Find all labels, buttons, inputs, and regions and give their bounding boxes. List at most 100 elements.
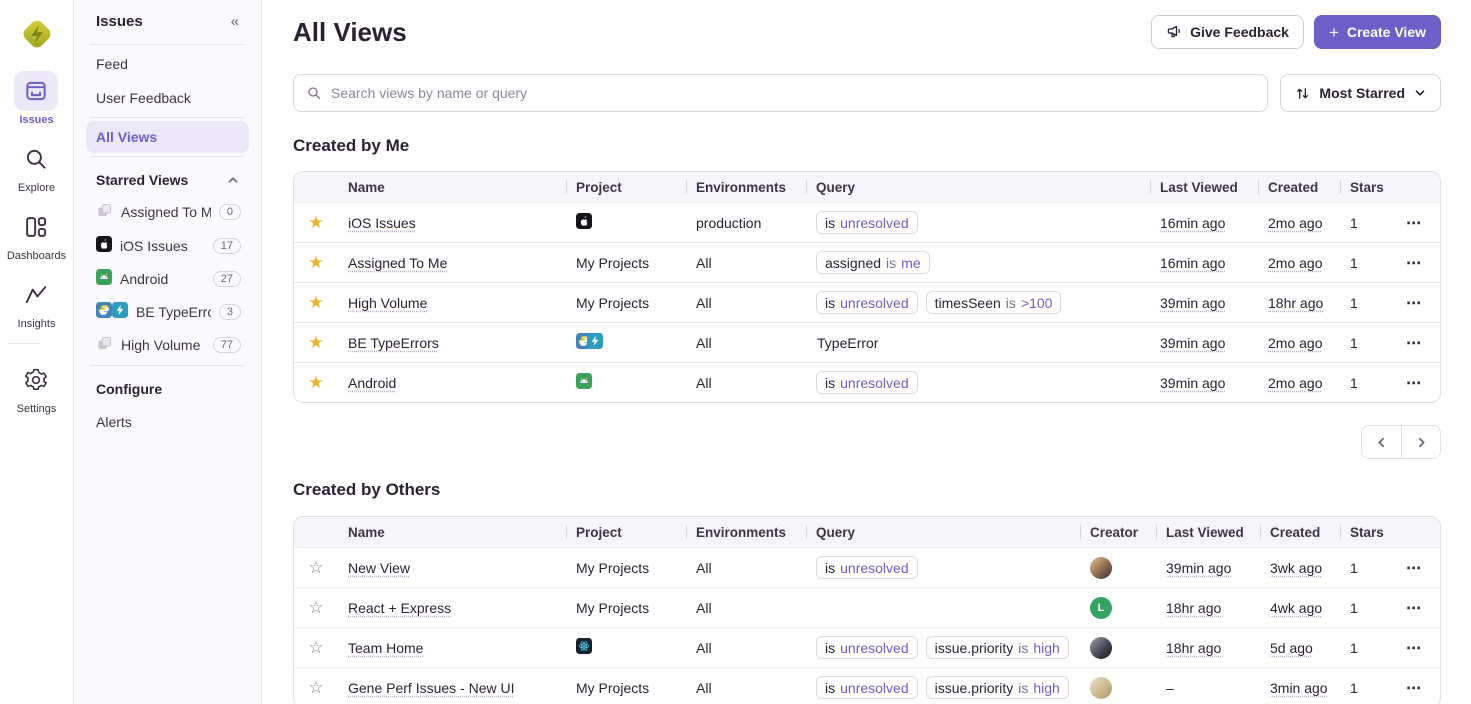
environments-cell: All	[686, 560, 806, 576]
clone-icon	[96, 335, 113, 355]
stars-count-cell: 1	[1340, 335, 1396, 351]
search-input[interactable]	[331, 85, 1255, 101]
view-name-link[interactable]: High Volume	[348, 295, 427, 311]
star-icon[interactable]: ☆	[294, 679, 338, 696]
pagination-next-button[interactable]	[1401, 426, 1440, 458]
starred-view-ios-issues[interactable]: iOS Issues17	[86, 229, 249, 262]
query-token: issue.priority	[935, 680, 1014, 696]
pythonpair-icon	[96, 302, 128, 321]
created-cell: 3wk ago	[1260, 560, 1340, 576]
sentry-logo-icon	[16, 13, 58, 55]
query-token: unresolved	[840, 375, 909, 391]
starred-view-label: Assigned To Me	[121, 204, 211, 220]
nav-insights[interactable]: Insights	[7, 275, 66, 330]
ellipsis-icon[interactable]: ⋯	[1396, 679, 1440, 697]
ellipsis-icon[interactable]: ⋯	[1396, 639, 1440, 657]
starred-view-be-typeerrors[interactable]: BE TypeErrors3	[86, 295, 249, 328]
starred-view-high-volume[interactable]: High Volume77	[86, 328, 249, 362]
column-header-environments: Environments	[686, 525, 806, 540]
sidebar-item-user-feedback[interactable]: User Feedback	[86, 82, 249, 114]
chevron-left-icon	[1375, 436, 1388, 449]
android-icon	[96, 269, 112, 288]
column-header-stars: Stars	[1340, 180, 1396, 195]
sidebar-item-all-views[interactable]: All Views	[86, 121, 249, 153]
view-name-link[interactable]: Gene Perf Issues - New UI	[348, 680, 515, 696]
created-cell: 18hr ago	[1258, 295, 1340, 311]
view-name-link[interactable]: Android	[348, 375, 396, 391]
starred-view-android[interactable]: Android27	[86, 262, 249, 295]
chevron-up-icon[interactable]	[227, 174, 239, 186]
query-token: is	[825, 680, 835, 696]
section-title-created-by-others: Created by Others	[293, 480, 1441, 500]
view-name-link[interactable]: New View	[348, 560, 410, 576]
pagination-prev-button[interactable]	[1362, 426, 1401, 458]
creator-cell	[1080, 637, 1156, 659]
query-cell: assignedisme	[806, 251, 1150, 274]
stars-count-cell: 1	[1340, 640, 1396, 656]
view-name-cell: BE TypeErrors	[338, 335, 566, 351]
ellipsis-icon[interactable]: ⋯	[1396, 599, 1440, 617]
environments-cell: All	[686, 640, 806, 656]
star-icon[interactable]: ★	[294, 214, 338, 231]
created-by-others-table: NameProjectEnvironmentsQueryCreatorLast …	[293, 516, 1441, 704]
star-icon[interactable]: ★	[294, 254, 338, 271]
ellipsis-icon[interactable]: ⋯	[1396, 254, 1440, 272]
creator-avatar	[1090, 557, 1112, 579]
nav-issues[interactable]: Issues	[7, 71, 66, 126]
ellipsis-icon[interactable]: ⋯	[1396, 214, 1440, 232]
sort-dropdown[interactable]: Most Starred	[1280, 74, 1441, 112]
star-icon[interactable]: ☆	[294, 639, 338, 656]
view-name-link[interactable]: iOS Issues	[348, 215, 416, 231]
nav-dashboards[interactable]: Dashboards	[7, 207, 66, 262]
table-row: ☆Team HomeAllisunresolvedissue.priorityi…	[294, 627, 1440, 667]
starred-view-label: iOS Issues	[120, 238, 205, 254]
creator-cell	[1080, 677, 1156, 699]
star-icon[interactable]: ☆	[294, 559, 338, 576]
table-row: ★High VolumeMy ProjectsAllisunresolvedti…	[294, 282, 1440, 322]
view-name-link[interactable]: Team Home	[348, 640, 423, 656]
ellipsis-icon[interactable]: ⋯	[1396, 334, 1440, 352]
starred-view-assigned-to-me[interactable]: Assigned To Me0	[86, 195, 249, 229]
query-token: is	[825, 640, 835, 656]
view-name-link[interactable]: React + Express	[348, 600, 451, 616]
last-viewed-value: 39min ago	[1160, 375, 1225, 391]
created-value: 18hr ago	[1268, 295, 1323, 311]
create-view-button[interactable]: + Create View	[1314, 15, 1441, 49]
creator-avatar: L	[1090, 597, 1112, 619]
star-icon[interactable]: ☆	[294, 599, 338, 616]
query-chip: is unresolved	[816, 676, 918, 699]
view-name-link[interactable]: BE TypeErrors	[348, 335, 439, 351]
ellipsis-icon[interactable]: ⋯	[1396, 294, 1440, 312]
nav-settings[interactable]: Settings	[7, 360, 66, 415]
star-icon[interactable]: ★	[294, 294, 338, 311]
starred-view-label: BE TypeErrors	[136, 304, 211, 320]
ellipsis-icon[interactable]: ⋯	[1396, 559, 1440, 577]
nav-explore[interactable]: Explore	[7, 139, 66, 194]
sidebar-item-feed[interactable]: Feed	[86, 48, 249, 80]
query-token: unresolved	[840, 680, 909, 696]
view-name-link[interactable]: Assigned To Me	[348, 255, 447, 271]
star-icon[interactable]: ★	[294, 374, 338, 391]
search-bar[interactable]	[293, 74, 1268, 112]
main-content: All Views Give Feedback + Create View Mo…	[262, 0, 1471, 704]
give-feedback-button[interactable]: Give Feedback	[1151, 15, 1304, 49]
created-value: 3wk ago	[1270, 560, 1322, 576]
query-token: is	[825, 375, 835, 391]
star-icon[interactable]: ★	[294, 334, 338, 351]
query-token: unresolved	[840, 640, 909, 656]
column-header-last-viewed: Last Viewed	[1150, 180, 1258, 195]
created-value: 2mo ago	[1268, 255, 1322, 271]
python-icon	[96, 302, 112, 318]
table-row: ★BE TypeErrorsAllTypeError39min ago2mo a…	[294, 322, 1440, 362]
query-token: timesSeen	[935, 295, 1001, 311]
apple-icon	[96, 236, 112, 255]
collapse-double-chevron-icon[interactable]: «	[231, 13, 239, 30]
dashboards-icon	[14, 207, 58, 247]
ellipsis-icon[interactable]: ⋯	[1396, 374, 1440, 392]
query-token: assigned	[825, 255, 881, 271]
sidebar-item-alerts[interactable]: Alerts	[86, 406, 249, 438]
section-title-created-by-me: Created by Me	[293, 136, 1441, 156]
sentry-logo[interactable]	[16, 13, 58, 55]
created-cell: 3min ago	[1260, 680, 1340, 696]
query-chip: timesSeenis>100	[926, 291, 1062, 314]
